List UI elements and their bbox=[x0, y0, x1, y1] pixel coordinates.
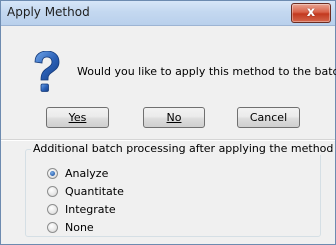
radio-button[interactable] bbox=[47, 204, 58, 215]
radio-label: None bbox=[65, 221, 94, 234]
radio-button[interactable] bbox=[47, 186, 58, 197]
yes-button[interactable]: Yes bbox=[46, 107, 109, 128]
divider bbox=[1, 139, 335, 141]
yes-button-label: Yes bbox=[68, 111, 87, 124]
radio-label: Analyze bbox=[65, 167, 109, 180]
groupbox-label: Additional batch processing after applyi… bbox=[31, 142, 336, 155]
title-bar[interactable]: Apply Method x bbox=[1, 1, 335, 26]
close-button[interactable]: x bbox=[291, 3, 331, 23]
apply-method-dialog: Apply Method x Would you like to apply t… bbox=[0, 0, 336, 245]
radio-label: Integrate bbox=[65, 203, 116, 216]
dialog-title: Apply Method bbox=[7, 5, 90, 19]
close-icon: x bbox=[306, 5, 316, 20]
radio-button[interactable] bbox=[47, 168, 58, 179]
no-button[interactable]: No bbox=[143, 107, 205, 128]
dialog-message: Would you like to apply this method to t… bbox=[77, 65, 336, 78]
cancel-button-label: Cancel bbox=[249, 111, 288, 124]
radio-button[interactable] bbox=[47, 222, 58, 233]
no-button-label: No bbox=[166, 111, 182, 124]
radio-label: Quantitate bbox=[65, 185, 124, 198]
cancel-button[interactable]: Cancel bbox=[237, 107, 300, 128]
question-icon bbox=[34, 51, 60, 92]
